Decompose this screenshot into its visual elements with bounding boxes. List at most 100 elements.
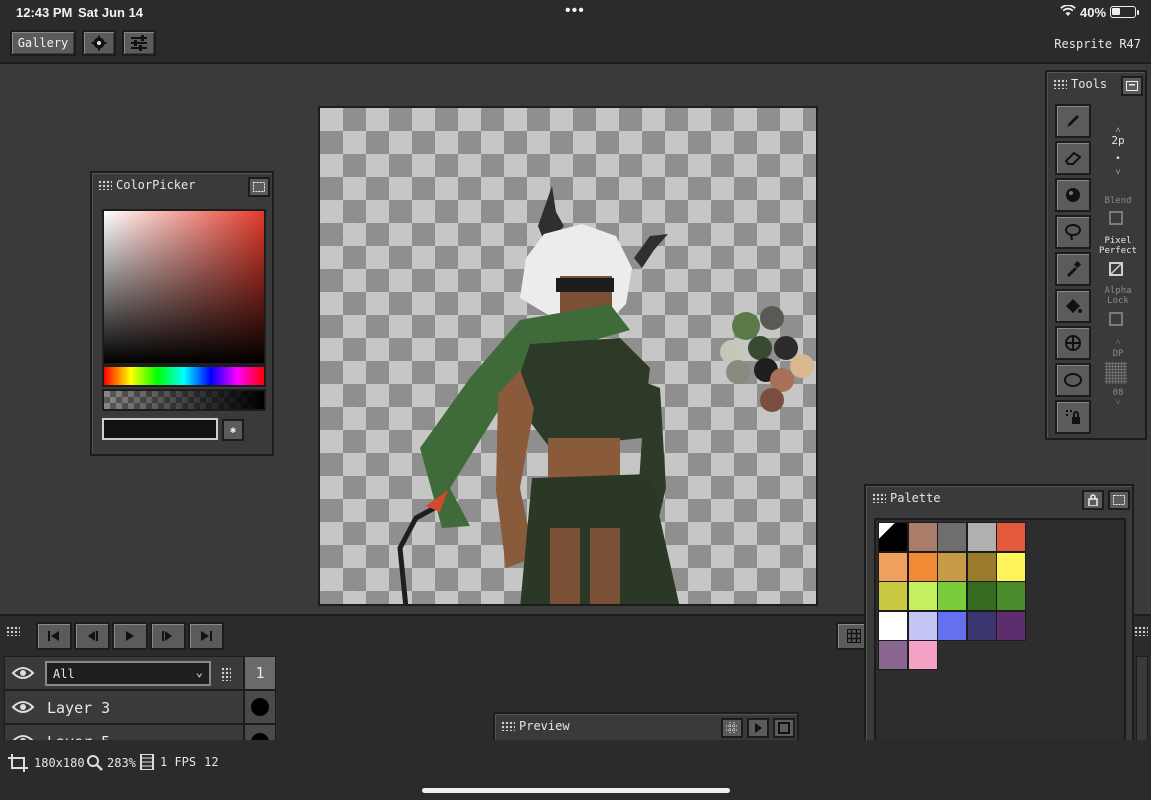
palette-swatch[interactable] — [996, 522, 1026, 552]
drag-grip-icon[interactable] — [872, 493, 886, 503]
adjustments-button[interactable] — [122, 30, 156, 56]
top-toolbar: Gallery Resprite R47 — [0, 26, 1151, 64]
skip-first-icon — [48, 631, 59, 641]
drag-grip-icon[interactable] — [1053, 79, 1067, 89]
eraser-tool[interactable] — [1055, 141, 1091, 175]
palette-swatch[interactable] — [878, 581, 908, 611]
grid-icon — [847, 629, 861, 643]
preview-grid-button[interactable] — [721, 718, 743, 738]
lasso-tool[interactable] — [1055, 215, 1091, 249]
palette-swatch[interactable] — [937, 610, 967, 641]
drag-grip-icon[interactable] — [98, 180, 112, 190]
hex-input[interactable] — [102, 418, 218, 440]
dither-down-icon[interactable]: ˅ — [1093, 398, 1143, 408]
clock: 12:43 PM — [16, 5, 73, 20]
palette-swatch[interactable] — [878, 522, 908, 552]
preview-title: Preview — [519, 719, 570, 733]
alpha-slider[interactable] — [102, 389, 266, 411]
palette-swatch[interactable] — [907, 640, 938, 670]
palette-swatch[interactable] — [907, 610, 938, 641]
layer-filter-select[interactable]: All ⌄ — [45, 661, 211, 686]
gear-icon — [91, 35, 107, 51]
palette-swatch[interactable] — [878, 640, 908, 670]
saturation-value-square[interactable] — [102, 209, 266, 365]
size-down-icon[interactable]: ˅ — [1093, 168, 1143, 178]
previous-frame-button[interactable] — [74, 622, 110, 650]
eye-icon[interactable] — [11, 665, 35, 681]
drag-grip-icon[interactable] — [1134, 626, 1148, 636]
pixel-perfect-checkbox[interactable] — [1109, 262, 1123, 276]
timeline-scrollbar[interactable] — [1136, 656, 1148, 742]
ellipse-tool[interactable] — [1055, 363, 1091, 397]
palette-swatch[interactable] — [937, 551, 967, 582]
zoom-info[interactable]: 283% — [86, 754, 136, 772]
color-picker-header[interactable]: ColorPicker — [92, 173, 272, 197]
date: Sat Jun 14 — [78, 5, 144, 20]
palette-swatch[interactable] — [966, 522, 997, 552]
palette-swatch[interactable] — [966, 551, 997, 582]
first-frame-button[interactable] — [36, 622, 72, 650]
palette-swatch[interactable] — [907, 581, 938, 611]
dither-label: DP — [1112, 349, 1124, 359]
color-tool-button[interactable]: ✱ — [222, 419, 244, 441]
multitask-dots-icon[interactable]: ••• — [565, 2, 585, 20]
tools-panel[interactable]: Tools ˄ 2p • ˅ Blend Pixel Perfect Alpha… — [1045, 70, 1147, 440]
wifi-icon — [1060, 5, 1076, 16]
fill-tool[interactable] — [1055, 289, 1091, 323]
hue-slider[interactable] — [102, 365, 266, 387]
palette-swatch[interactable] — [996, 610, 1026, 641]
canvas-size-info[interactable]: 180x180 — [8, 754, 85, 772]
dither-pattern-swatch[interactable] — [1105, 362, 1127, 384]
palette-swatch[interactable] — [907, 551, 938, 582]
play-icon — [755, 723, 762, 733]
palette-swatch[interactable] — [966, 610, 997, 641]
palette-swatch-grid[interactable] — [874, 518, 1126, 762]
palette-swatch[interactable] — [907, 522, 938, 552]
magnifier-icon — [87, 755, 103, 771]
color-picker-menu-button[interactable] — [248, 177, 270, 197]
alpha-lock-checkbox[interactable] — [1109, 312, 1123, 326]
palette-swatch[interactable] — [937, 581, 967, 611]
drag-grip-icon[interactable] — [221, 667, 231, 681]
pencil-tool[interactable] — [1055, 104, 1091, 138]
frame-cel[interactable] — [244, 690, 276, 724]
palette-swatch[interactable] — [937, 522, 967, 552]
palette-swatch[interactable] — [878, 610, 908, 641]
settings-button[interactable] — [82, 30, 116, 56]
frame-number[interactable]: 1 — [244, 656, 276, 690]
last-frame-button[interactable] — [188, 622, 224, 650]
eyedropper-tool[interactable] — [1055, 252, 1091, 286]
preview-expand-button[interactable] — [773, 718, 795, 738]
play-icon — [126, 631, 134, 641]
palette-menu-button[interactable] — [1108, 490, 1130, 510]
move-tool[interactable] — [1055, 326, 1091, 360]
eye-icon[interactable] — [11, 699, 35, 715]
status-footer: 180x180 283% 1 FPS 12 — [0, 740, 1151, 800]
layer-filter-value: All — [53, 667, 75, 681]
palette-lock-button[interactable] — [1082, 490, 1104, 510]
palette-swatch[interactable] — [996, 581, 1026, 611]
gallery-button[interactable]: Gallery — [10, 30, 76, 56]
layer-row[interactable]: Layer 3 — [4, 690, 244, 724]
fps-info[interactable]: 1 FPS 12 — [140, 754, 219, 770]
drawing-canvas[interactable] — [318, 106, 818, 606]
blend-checkbox[interactable] — [1109, 211, 1123, 225]
palette-swatch[interactable] — [966, 581, 997, 611]
home-indicator[interactable] — [422, 788, 730, 793]
panel-menu-icon — [253, 182, 265, 192]
next-frame-button[interactable] — [150, 622, 186, 650]
drag-grip-icon[interactable] — [501, 721, 515, 731]
palette-swatch[interactable] — [996, 551, 1026, 582]
brush-size-value: 2p — [1111, 134, 1125, 147]
preview-play-button[interactable] — [747, 718, 769, 738]
dither-up-icon[interactable]: ˄ — [1093, 338, 1143, 348]
color-picker-panel[interactable]: ColorPicker ✱ — [90, 171, 274, 456]
color-picker-title: ColorPicker — [116, 178, 196, 192]
palette-swatch[interactable] — [878, 551, 908, 582]
palette-panel[interactable]: Palette — [864, 484, 1134, 774]
play-button[interactable] — [112, 622, 148, 650]
shade-tool[interactable] — [1055, 178, 1091, 212]
tools-menu-button[interactable] — [1121, 76, 1143, 96]
drag-grip-icon[interactable] — [6, 626, 20, 636]
select-lock-tool[interactable] — [1055, 400, 1091, 434]
